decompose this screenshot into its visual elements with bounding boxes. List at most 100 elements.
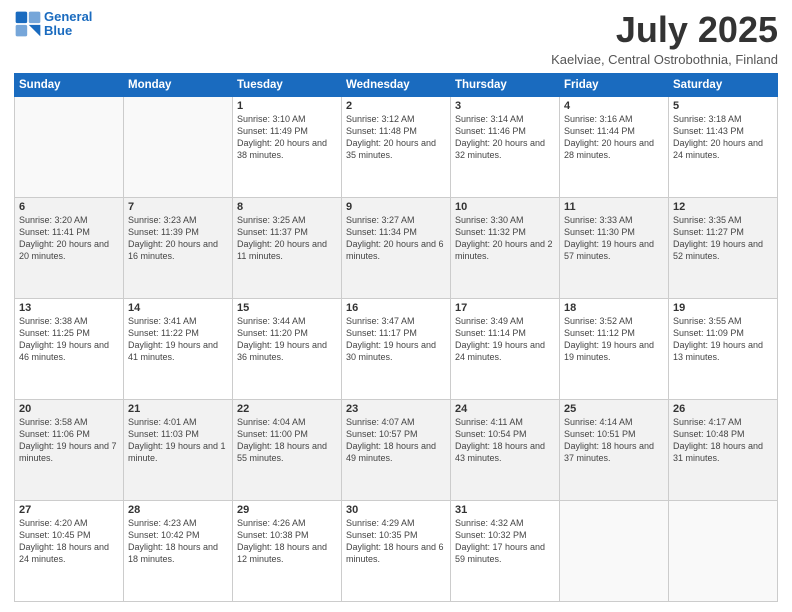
day-info: Sunrise: 3:44 AM Sunset: 11:20 PM Daylig… [237,315,337,364]
day-info: Sunrise: 4:07 AM Sunset: 10:57 PM Daylig… [346,416,446,465]
day-number: 11 [564,201,664,213]
day-number: 28 [128,504,228,516]
day-number: 29 [237,504,337,516]
table-row: 4Sunrise: 3:16 AM Sunset: 11:44 PM Dayli… [560,96,669,197]
table-row: 1Sunrise: 3:10 AM Sunset: 11:49 PM Dayli… [233,96,342,197]
table-row: 3Sunrise: 3:14 AM Sunset: 11:46 PM Dayli… [451,96,560,197]
day-number: 7 [128,201,228,213]
table-row: 15Sunrise: 3:44 AM Sunset: 11:20 PM Dayl… [233,298,342,399]
day-number: 18 [564,302,664,314]
table-row: 18Sunrise: 3:52 AM Sunset: 11:12 PM Dayl… [560,298,669,399]
col-friday: Friday [560,73,669,96]
table-row: 5Sunrise: 3:18 AM Sunset: 11:43 PM Dayli… [669,96,778,197]
day-number: 16 [346,302,446,314]
day-info: Sunrise: 4:29 AM Sunset: 10:35 PM Daylig… [346,517,446,566]
table-row: 10Sunrise: 3:30 AM Sunset: 11:32 PM Dayl… [451,197,560,298]
table-row: 20Sunrise: 3:58 AM Sunset: 11:06 PM Dayl… [15,399,124,500]
day-number: 6 [19,201,119,213]
day-info: Sunrise: 4:11 AM Sunset: 10:54 PM Daylig… [455,416,555,465]
table-row: 16Sunrise: 3:47 AM Sunset: 11:17 PM Dayl… [342,298,451,399]
day-number: 24 [455,403,555,415]
day-info: Sunrise: 3:35 AM Sunset: 11:27 PM Daylig… [673,214,773,263]
day-info: Sunrise: 3:12 AM Sunset: 11:48 PM Daylig… [346,113,446,162]
table-row [15,96,124,197]
table-row: 23Sunrise: 4:07 AM Sunset: 10:57 PM Dayl… [342,399,451,500]
day-info: Sunrise: 3:49 AM Sunset: 11:14 PM Daylig… [455,315,555,364]
table-row: 25Sunrise: 4:14 AM Sunset: 10:51 PM Dayl… [560,399,669,500]
table-row [560,500,669,601]
day-info: Sunrise: 3:58 AM Sunset: 11:06 PM Daylig… [19,416,119,465]
day-number: 25 [564,403,664,415]
day-info: Sunrise: 3:10 AM Sunset: 11:49 PM Daylig… [237,113,337,162]
table-row: 28Sunrise: 4:23 AM Sunset: 10:42 PM Dayl… [124,500,233,601]
calendar-week-row: 13Sunrise: 3:38 AM Sunset: 11:25 PM Dayl… [15,298,778,399]
logo-text: General Blue [44,10,92,39]
day-info: Sunrise: 4:01 AM Sunset: 11:03 PM Daylig… [128,416,228,465]
day-info: Sunrise: 3:55 AM Sunset: 11:09 PM Daylig… [673,315,773,364]
col-wednesday: Wednesday [342,73,451,96]
day-info: Sunrise: 3:20 AM Sunset: 11:41 PM Daylig… [19,214,119,263]
day-number: 5 [673,100,773,112]
day-number: 27 [19,504,119,516]
day-number: 21 [128,403,228,415]
day-info: Sunrise: 4:23 AM Sunset: 10:42 PM Daylig… [128,517,228,566]
day-info: Sunrise: 3:41 AM Sunset: 11:22 PM Daylig… [128,315,228,364]
day-info: Sunrise: 3:18 AM Sunset: 11:43 PM Daylig… [673,113,773,162]
table-row: 13Sunrise: 3:38 AM Sunset: 11:25 PM Dayl… [15,298,124,399]
day-number: 26 [673,403,773,415]
table-row: 29Sunrise: 4:26 AM Sunset: 10:38 PM Dayl… [233,500,342,601]
logo-icon [14,10,42,38]
day-info: Sunrise: 4:20 AM Sunset: 10:45 PM Daylig… [19,517,119,566]
table-row: 9Sunrise: 3:27 AM Sunset: 11:34 PM Dayli… [342,197,451,298]
day-number: 20 [19,403,119,415]
day-info: Sunrise: 4:32 AM Sunset: 10:32 PM Daylig… [455,517,555,566]
col-tuesday: Tuesday [233,73,342,96]
day-number: 8 [237,201,337,213]
day-info: Sunrise: 4:17 AM Sunset: 10:48 PM Daylig… [673,416,773,465]
table-row: 31Sunrise: 4:32 AM Sunset: 10:32 PM Dayl… [451,500,560,601]
day-info: Sunrise: 4:14 AM Sunset: 10:51 PM Daylig… [564,416,664,465]
day-info: Sunrise: 3:16 AM Sunset: 11:44 PM Daylig… [564,113,664,162]
day-info: Sunrise: 3:25 AM Sunset: 11:37 PM Daylig… [237,214,337,263]
day-number: 2 [346,100,446,112]
table-row: 11Sunrise: 3:33 AM Sunset: 11:30 PM Dayl… [560,197,669,298]
day-number: 13 [19,302,119,314]
day-number: 1 [237,100,337,112]
day-info: Sunrise: 3:30 AM Sunset: 11:32 PM Daylig… [455,214,555,263]
table-row: 30Sunrise: 4:29 AM Sunset: 10:35 PM Dayl… [342,500,451,601]
day-info: Sunrise: 3:47 AM Sunset: 11:17 PM Daylig… [346,315,446,364]
day-number: 10 [455,201,555,213]
calendar-week-row: 1Sunrise: 3:10 AM Sunset: 11:49 PM Dayli… [15,96,778,197]
table-row: 6Sunrise: 3:20 AM Sunset: 11:41 PM Dayli… [15,197,124,298]
calendar-header-row: Sunday Monday Tuesday Wednesday Thursday… [15,73,778,96]
table-row: 22Sunrise: 4:04 AM Sunset: 11:00 PM Dayl… [233,399,342,500]
table-row: 7Sunrise: 3:23 AM Sunset: 11:39 PM Dayli… [124,197,233,298]
day-info: Sunrise: 3:14 AM Sunset: 11:46 PM Daylig… [455,113,555,162]
col-sunday: Sunday [15,73,124,96]
table-row: 14Sunrise: 3:41 AM Sunset: 11:22 PM Dayl… [124,298,233,399]
day-number: 17 [455,302,555,314]
month-title: July 2025 [551,10,778,50]
table-row: 2Sunrise: 3:12 AM Sunset: 11:48 PM Dayli… [342,96,451,197]
table-row [669,500,778,601]
table-row: 26Sunrise: 4:17 AM Sunset: 10:48 PM Dayl… [669,399,778,500]
day-number: 3 [455,100,555,112]
day-number: 9 [346,201,446,213]
calendar-table: Sunday Monday Tuesday Wednesday Thursday… [14,73,778,602]
table-row: 21Sunrise: 4:01 AM Sunset: 11:03 PM Dayl… [124,399,233,500]
table-row: 27Sunrise: 4:20 AM Sunset: 10:45 PM Dayl… [15,500,124,601]
calendar-week-row: 20Sunrise: 3:58 AM Sunset: 11:06 PM Dayl… [15,399,778,500]
day-number: 15 [237,302,337,314]
col-thursday: Thursday [451,73,560,96]
day-number: 19 [673,302,773,314]
table-row [124,96,233,197]
day-info: Sunrise: 3:27 AM Sunset: 11:34 PM Daylig… [346,214,446,263]
table-row: 12Sunrise: 3:35 AM Sunset: 11:27 PM Dayl… [669,197,778,298]
col-monday: Monday [124,73,233,96]
table-row: 8Sunrise: 3:25 AM Sunset: 11:37 PM Dayli… [233,197,342,298]
day-info: Sunrise: 4:04 AM Sunset: 11:00 PM Daylig… [237,416,337,465]
table-row: 24Sunrise: 4:11 AM Sunset: 10:54 PM Dayl… [451,399,560,500]
day-info: Sunrise: 4:26 AM Sunset: 10:38 PM Daylig… [237,517,337,566]
day-info: Sunrise: 3:52 AM Sunset: 11:12 PM Daylig… [564,315,664,364]
day-info: Sunrise: 3:38 AM Sunset: 11:25 PM Daylig… [19,315,119,364]
